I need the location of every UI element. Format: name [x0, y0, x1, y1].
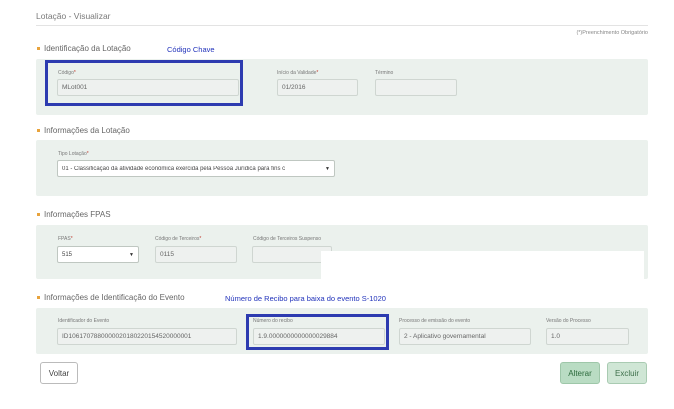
- section-heading-text: Informações da Lotação: [44, 126, 130, 135]
- codigo-terceiros-field[interactable]: 0115: [155, 246, 237, 263]
- redaction-block: [321, 251, 644, 283]
- voltar-button[interactable]: Voltar: [40, 362, 78, 384]
- tipo-lotacao-select[interactable]: 01 - Classificação da atividade econômic…: [57, 160, 335, 177]
- codigo-terceiros-label: Código de Terceiros*: [155, 236, 202, 242]
- section-heading-text: Informações de Identificação do Evento: [44, 293, 185, 302]
- fpas-select[interactable]: 515 ▼: [57, 246, 139, 263]
- section-heading-fpas: Informações FPAS: [37, 210, 111, 219]
- section-heading-text: Identificação da Lotação: [44, 44, 131, 53]
- codigo-terceiros-suspenso-label: Código de Terceiros Suspenso: [253, 236, 322, 242]
- chevron-down-icon: ▼: [129, 251, 134, 258]
- section-bullet-icon: [37, 129, 40, 132]
- versao-processo-field[interactable]: 1.0: [546, 328, 629, 345]
- excluir-button[interactable]: Excluir: [607, 362, 647, 384]
- termino-field[interactable]: [375, 79, 457, 96]
- required-note: (*)Preenchimento Obrigatório: [576, 30, 648, 36]
- fpas-value: 515: [62, 251, 73, 258]
- termino-label: Término: [375, 70, 394, 76]
- section-heading-informacoes: Informações da Lotação: [37, 126, 130, 135]
- section-heading-identificacao: Identificação da Lotação: [37, 44, 131, 53]
- highlight-box-codigo: [45, 60, 243, 106]
- section-bullet-icon: [37, 213, 40, 216]
- highlight-box-recibo: [246, 314, 389, 350]
- identificador-evento-field[interactable]: ID1061707880000020180220154520000001: [57, 328, 237, 345]
- page-title: Lotação - Visualizar: [36, 11, 111, 21]
- alterar-button[interactable]: Alterar: [560, 362, 600, 384]
- section-bullet-icon: [37, 296, 40, 299]
- chevron-down-icon: ▼: [325, 165, 330, 172]
- section-heading-evento: Informações de Identificação do Evento: [37, 293, 185, 302]
- inicio-validade-field[interactable]: 01/2016: [277, 79, 358, 96]
- tipo-lotacao-label: Tipo Lotação*: [58, 151, 89, 157]
- annotation-numero-recibo: Número de Recibo para baixa do evento S-…: [225, 294, 386, 303]
- fpas-label: FPAS*: [58, 236, 73, 242]
- inicio-validade-label: Início da Validade*: [277, 70, 319, 76]
- tipo-lotacao-value: 01 - Classificação da atividade econômic…: [62, 165, 286, 172]
- identificador-evento-label: Identificador do Evento: [58, 318, 110, 324]
- annotation-codigo-chave: Código Chave: [167, 45, 215, 54]
- title-divider: [36, 25, 648, 26]
- versao-processo-label: Versão do Processo: [546, 318, 591, 324]
- section-heading-text: Informações FPAS: [44, 210, 111, 219]
- processo-emissao-field[interactable]: 2 - Aplicativo governamental: [399, 328, 531, 345]
- processo-emissao-label: Processo de emissão do evento: [399, 318, 471, 324]
- section-bullet-icon: [37, 47, 40, 50]
- codigo-terceiros-suspenso-field[interactable]: [252, 246, 332, 263]
